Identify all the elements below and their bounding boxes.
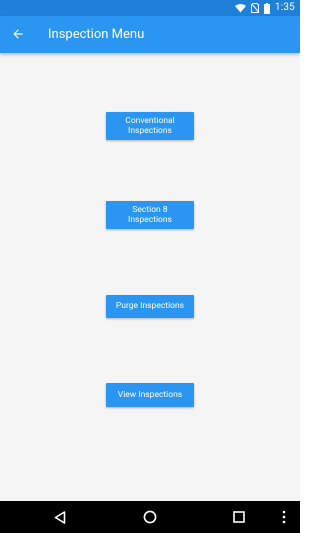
status-icons: 1:35 (230, 0, 295, 16)
purge-inspections-label: Purge Inspections (115, 301, 185, 312)
home-circle-icon (143, 510, 157, 524)
recents-square-icon (233, 511, 245, 523)
arrow-left-icon (13, 29, 23, 39)
status-bar: 1:35 (0, 0, 300, 16)
nav-recents-button[interactable] (231, 509, 247, 525)
back-triangle-icon (54, 510, 66, 524)
view-inspections-label: View Inspections (117, 389, 183, 400)
app-bar: Inspection Menu (0, 16, 300, 53)
section-8-inspections-label: Section 8 Inspections (128, 204, 172, 226)
section-8-inspections-button[interactable]: Section 8 Inspections (106, 201, 194, 229)
more-vert-icon (282, 510, 286, 524)
back-button[interactable] (9, 25, 27, 43)
status-time: 1:35 (274, 2, 295, 13)
nav-back-button[interactable] (52, 509, 68, 525)
inspection-menu-screen: 1:35 Inspection Menu Conventional Inspec… (0, 0, 300, 533)
conventional-inspections-button[interactable]: Conventional Inspections (106, 112, 194, 140)
battery-icon (263, 2, 270, 14)
view-inspections-button[interactable]: View Inspections (106, 383, 194, 407)
nav-home-button[interactable] (142, 509, 158, 525)
nav-more-button[interactable] (278, 509, 290, 525)
wifi-icon (234, 3, 246, 12)
system-nav-bar (0, 501, 300, 533)
conventional-inspections-label: Conventional Inspections (125, 115, 175, 137)
purge-inspections-button[interactable]: Purge Inspections (106, 295, 194, 318)
no-sim-icon (250, 3, 259, 13)
app-title: Inspection Menu (48, 27, 145, 42)
